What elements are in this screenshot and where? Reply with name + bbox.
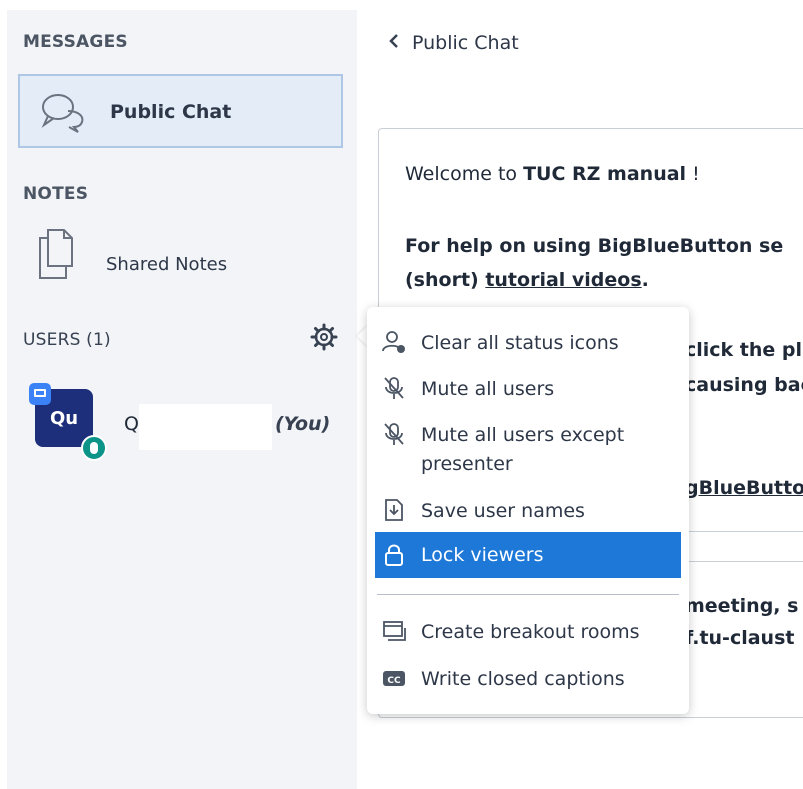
microphone-icon [81,435,107,461]
sidebar-item-public-chat[interactable]: Public Chat [18,74,343,148]
sidebar: MESSAGES Public Chat NOTES Shared Notes … [7,10,357,789]
partial-line-5[interactable]: gBlueButto [685,477,803,499]
menu-divider [377,594,679,595]
menu-item-clear-status[interactable]: Clear all status icons [375,329,681,359]
menu-item-label: Clear all status icons [421,332,619,354]
menu-item-label: Lock viewers [421,544,544,566]
user-name: Q [124,413,139,435]
gear-icon[interactable] [309,322,339,352]
menu-item-label: Write closed captions [421,668,625,690]
cc-icon: CC [381,665,407,691]
menu-item-label: Create breakout rooms [421,621,640,643]
redacted-block [139,404,272,450]
menu-item-label: Mute all users except [421,424,625,446]
save-icon [381,497,407,523]
menu-item-create-breakout-rooms[interactable]: Create breakout rooms [375,618,681,648]
chat-header-title: Public Chat [412,32,519,54]
help-line-2-suffix: . [641,269,649,291]
welcome-prefix: Welcome to [405,163,524,185]
chevron-left-icon [388,32,400,54]
mic-muted-icon [381,421,407,447]
help-line-2-prefix: (short) [405,269,486,291]
welcome-bold: TUC RZ manual [523,163,687,185]
menu-item-label-line-2: presenter [421,453,513,475]
messages-section-title: MESSAGES [23,32,128,52]
partial-line-7: f.tu-claust [685,627,795,649]
users-section-title: USERS (1) [23,330,111,350]
partial-line-3: click the pl [685,339,803,361]
menu-item-label: Mute all users [421,378,555,400]
user-list-item[interactable]: Qu Q (You) [27,377,347,467]
partial-line-4: causing bac [685,374,803,396]
you-label: (You) [275,413,331,435]
lock-icon [381,542,407,568]
menu-item-save-user-names[interactable]: Save user names [375,497,681,527]
user-options-menu: Clear all status icons Mute all users Mu… [367,307,689,714]
menu-item-mute-all[interactable]: Mute all users [375,375,681,405]
help-line-1: For help on using BigBlueButton se [405,235,784,257]
notes-section-title: NOTES [23,184,89,204]
partial-line-6: meeting, s [685,595,799,617]
welcome-suffix: ! [686,163,700,185]
menu-item-label: Save user names [421,500,585,522]
shared-notes-label: Shared Notes [106,254,228,275]
svg-text:CC: CC [387,676,401,686]
tutorial-videos-link[interactable]: tutorial videos [485,269,641,291]
menu-item-lock-viewers[interactable]: Lock viewers [375,532,681,578]
user-clear-icon [381,329,407,355]
breakout-rooms-icon [381,618,407,644]
menu-item-mute-except-presenter[interactable]: Mute all users except presenter [375,421,681,479]
chat-back-button[interactable]: Public Chat [388,32,519,54]
menu-item-write-closed-captions[interactable]: CC Write closed captions [375,665,681,695]
presenter-icon [29,383,51,405]
welcome-line: Welcome to TUC RZ manual ! [405,163,700,185]
mic-muted-icon [381,375,407,401]
chat-bubbles-icon [38,89,90,139]
help-line-2: (short) tutorial videos. [405,269,649,291]
public-chat-label: Public Chat [110,101,232,123]
document-copy-icon [34,226,78,286]
sidebar-item-shared-notes[interactable]: Shared Notes [18,218,343,288]
